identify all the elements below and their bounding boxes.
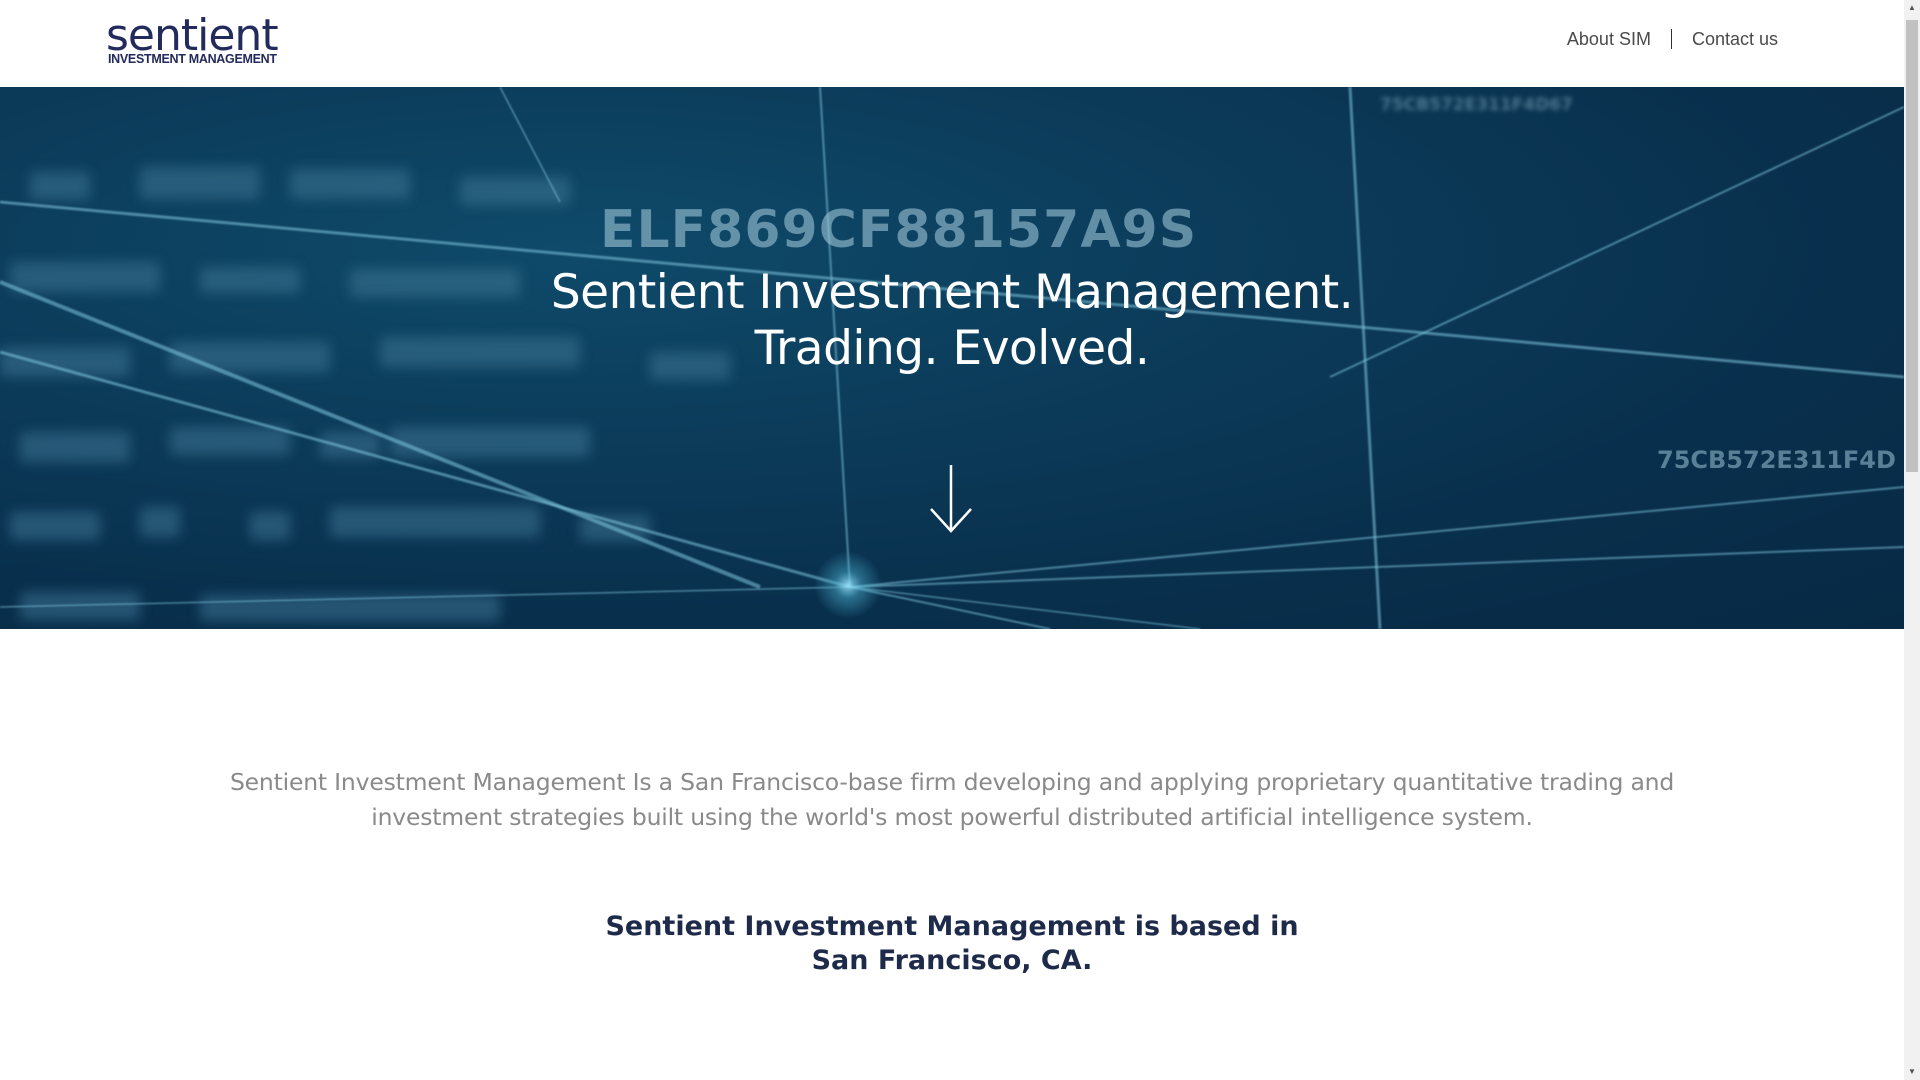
intro-paragraph: Sentient Investment Management Is a San …: [229, 768, 1675, 831]
hero-title-line-2: Trading. Evolved.: [754, 321, 1150, 376]
hero-banner: ELF869CF88157A9S 75CB572E311F4D67 75CB57…: [0, 87, 1904, 629]
hero-title-line-1: Sentient Investment Management.: [550, 265, 1354, 320]
scroll-down-arrow-icon[interactable]: ▼: [1904, 1064, 1920, 1080]
nav-divider: [1670, 29, 1672, 49]
logo-subtitle: INVESTMENT MANAGEMENT: [108, 52, 277, 66]
nav-contact-link[interactable]: Contact us: [1692, 24, 1778, 54]
vertical-scrollbar[interactable]: ▲ ▼: [1904, 0, 1920, 1080]
sentient-logo[interactable]: sentient INVESTMENT MANAGEMENT: [106, 12, 279, 72]
location-heading: Sentient Investment Management is based …: [0, 910, 1904, 978]
location-line-2: San Francisco, CA.: [811, 945, 1093, 976]
page-content: sentient INVESTMENT MANAGEMENT About SIM…: [0, 0, 1904, 1080]
scroll-up-arrow-icon[interactable]: ▲: [1904, 0, 1920, 16]
main-nav: About SIM Contact us: [1567, 24, 1778, 54]
hero-bg-code-3: 75CB572E311F4D: [1657, 446, 1896, 474]
site-header: sentient INVESTMENT MANAGEMENT About SIM…: [0, 0, 1904, 87]
page: sentient INVESTMENT MANAGEMENT About SIM…: [0, 0, 1920, 1080]
location-line-1: Sentient Investment Management is based …: [605, 911, 1299, 942]
hero-title: Sentient Investment Management. Trading.…: [0, 265, 1904, 377]
scrollbar-thumb[interactable]: [1906, 20, 1918, 472]
nav-about-link[interactable]: About SIM: [1567, 24, 1651, 54]
hero-bg-code-2: 75CB572E311F4D67: [1380, 95, 1573, 115]
arrow-down-icon[interactable]: [929, 463, 973, 533]
hero-bg-code-1: ELF869CF88157A9S: [600, 200, 1197, 260]
